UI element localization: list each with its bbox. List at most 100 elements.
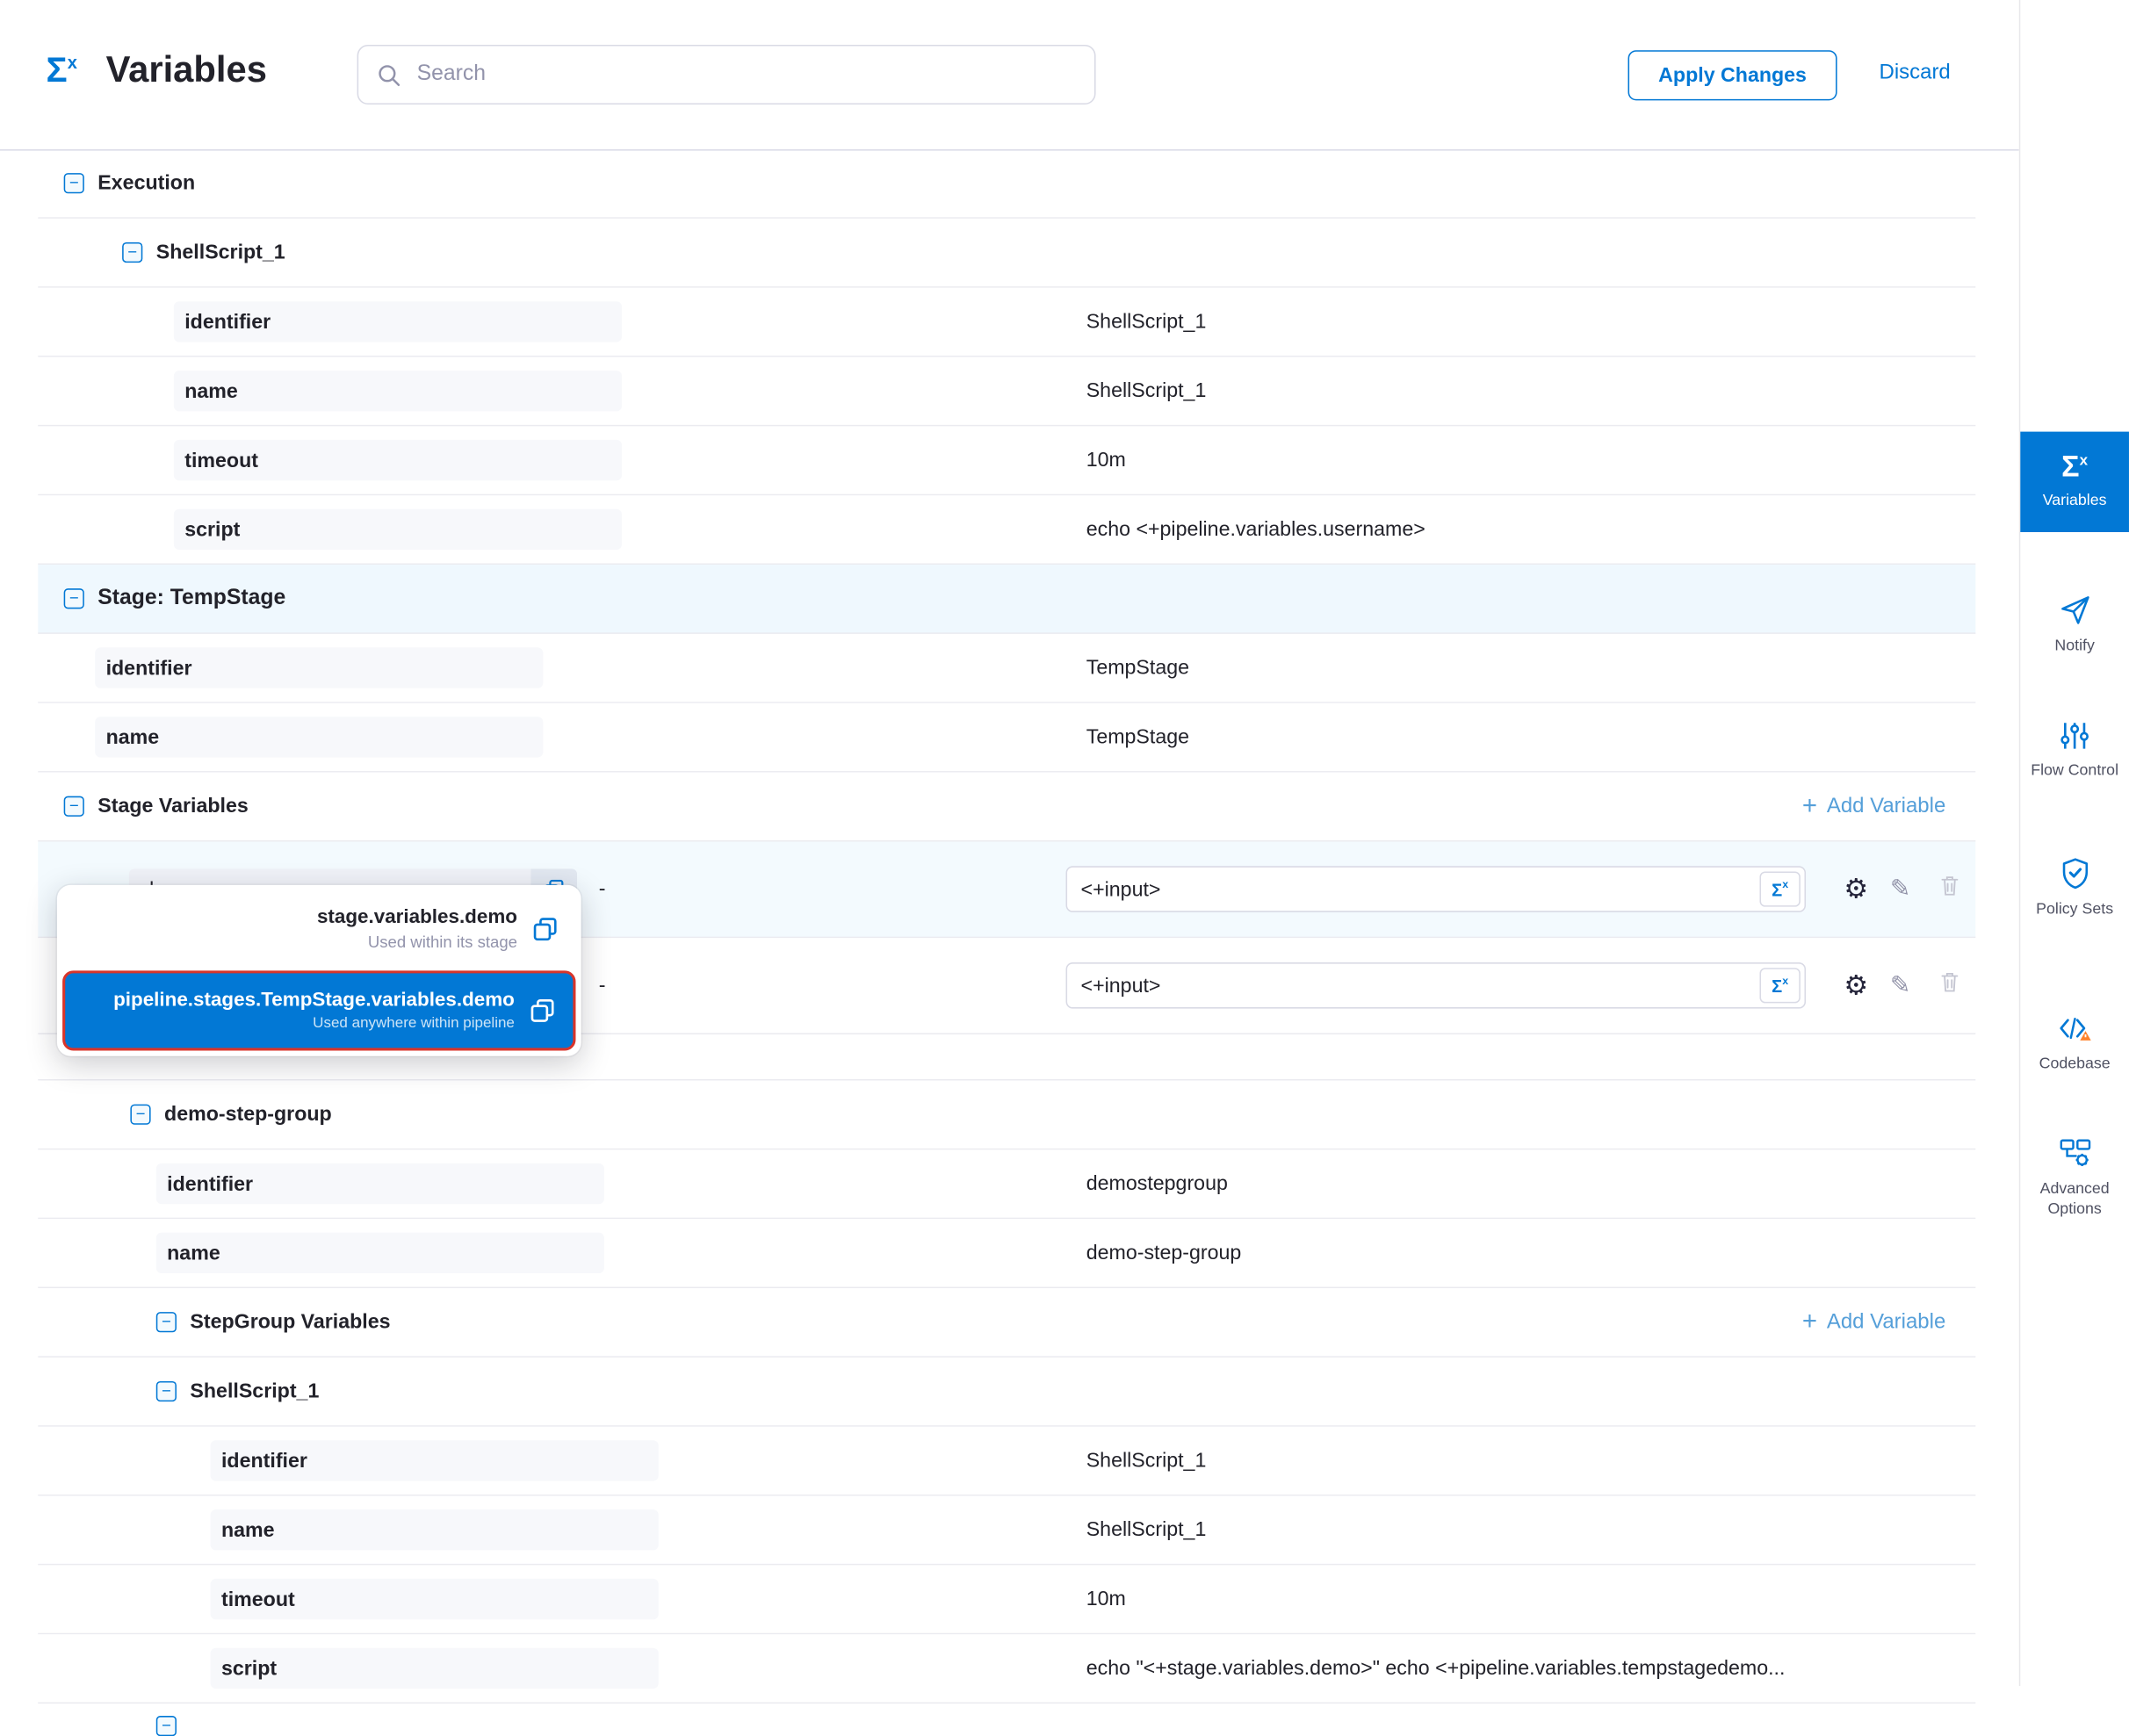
- collapse-icon[interactable]: −: [156, 1716, 177, 1736]
- tree-row-stage-variables: − Stage Variables + Add Variable: [38, 773, 1975, 842]
- sidebar-item-notify[interactable]: Notify: [2020, 592, 2129, 657]
- field-value: ShellScript_1: [1086, 379, 1207, 402]
- plus-icon: +: [1802, 794, 1817, 819]
- field-label: identifier: [95, 656, 191, 679]
- sidebar-item-label: Notify: [2051, 637, 2099, 657]
- runtime-input-icon[interactable]: Σx: [1759, 871, 1800, 906]
- variable-value-input[interactable]: <+input> Σx: [1066, 866, 1807, 912]
- sigma-x-icon: Σx: [47, 49, 77, 91]
- variable-value-input[interactable]: <+input> Σx: [1066, 962, 1807, 1009]
- variable-value-text: <+input>: [1067, 877, 1759, 900]
- section-label: demo-step-group: [164, 1103, 332, 1126]
- add-variable-label: Add Variable: [1827, 794, 1945, 818]
- field-label: identifier: [156, 1172, 253, 1195]
- sidebar-item-codebase[interactable]: Codebase: [2020, 1010, 2129, 1075]
- field-name-box: identifier: [174, 301, 622, 342]
- field-name-box: identifier: [211, 1440, 659, 1480]
- sidebar-item-label: Advanced Options: [2020, 1179, 2129, 1220]
- field-label: identifier: [174, 310, 271, 333]
- field-value: ShellScript_1: [1086, 1449, 1207, 1472]
- copy-option-stage-scope[interactable]: stage.variables.demo Used within its sta…: [62, 890, 575, 968]
- collapse-icon[interactable]: −: [130, 1105, 150, 1125]
- field-label: timeout: [211, 1588, 295, 1610]
- collapse-icon[interactable]: −: [64, 173, 84, 193]
- field-label: script: [174, 518, 241, 541]
- tree-row-stepgroup-variables: − StepGroup Variables + Add Variable: [38, 1288, 1975, 1358]
- settings-icon[interactable]: ⚙: [1844, 969, 1868, 1003]
- add-variable-button[interactable]: + Add Variable: [1802, 794, 1945, 819]
- copy-icon[interactable]: [534, 918, 557, 940]
- field-row: script echo "<+stage.variables.demo>" ec…: [38, 1634, 1975, 1704]
- header: Σx Variables Apply Changes Discard: [0, 0, 2019, 151]
- field-value: 10m: [1086, 1588, 1126, 1610]
- field-value: ShellScript_1: [1086, 310, 1207, 333]
- paper-plane-icon: [2058, 592, 2092, 627]
- field-name-box: identifier: [156, 1163, 604, 1204]
- collapse-icon[interactable]: −: [64, 796, 84, 817]
- collapse-icon[interactable]: −: [156, 1381, 177, 1401]
- variable-copy-menu: stage.variables.demo Used within its sta…: [57, 885, 581, 1056]
- sidebar-item-advanced-options[interactable]: Advanced Options: [2020, 1135, 2129, 1220]
- copy-option-pipeline-scope[interactable]: pipeline.stages.TempStage.variables.demo…: [62, 970, 575, 1050]
- copy-icon[interactable]: [530, 999, 553, 1022]
- search-icon: [378, 63, 401, 86]
- sliders-icon: [2059, 717, 2091, 752]
- field-label: timeout: [174, 449, 258, 472]
- field-row: timeout 10m: [38, 1565, 1975, 1634]
- collapse-icon[interactable]: −: [122, 242, 142, 263]
- field-row: name ShellScript_1: [38, 1496, 1975, 1566]
- field-row: script echo <+pipeline.variables.usernam…: [38, 495, 1975, 565]
- field-label: script: [211, 1657, 278, 1680]
- tree-row-execution: − Execution: [38, 149, 1975, 219]
- variable-path: pipeline.stages.TempStage.variables.demo: [113, 990, 515, 1012]
- page-title: Variables: [106, 49, 267, 91]
- tree-row-clipped: −: [38, 1704, 1975, 1713]
- field-row: timeout 10m: [38, 426, 1975, 495]
- sidebar-item-policy-sets[interactable]: Policy Sets: [2020, 855, 2129, 920]
- sidebar-item-label: Codebase: [2035, 1055, 2114, 1075]
- field-row: identifier demostepgroup: [38, 1149, 1975, 1219]
- field-name-box: name: [211, 1509, 659, 1550]
- sidebar-item-flow-control[interactable]: Flow Control: [2020, 717, 2129, 782]
- tree-row-step: − ShellScript_1: [38, 1358, 1975, 1427]
- add-variable-label: Add Variable: [1827, 1310, 1945, 1335]
- code-warning-icon: [2057, 1010, 2092, 1045]
- discard-button[interactable]: Discard: [1871, 60, 1959, 87]
- edit-icon[interactable]: ✎: [1890, 971, 1910, 999]
- search-box[interactable]: [357, 45, 1096, 104]
- field-row: name ShellScript_1: [38, 357, 1975, 427]
- field-value: echo <+pipeline.variables.username>: [1086, 518, 1425, 541]
- field-row: identifier ShellScript_1: [38, 288, 1975, 357]
- field-name-box: name: [156, 1233, 604, 1273]
- settings-icon[interactable]: ⚙: [1844, 872, 1868, 906]
- search-input[interactable]: [414, 61, 1075, 89]
- field-value: TempStage: [1086, 656, 1189, 679]
- delete-icon[interactable]: [1939, 970, 1961, 1000]
- right-sidebar: Σx Variables Notify Flow Control Policy …: [2019, 0, 2129, 1686]
- edit-icon[interactable]: ✎: [1890, 875, 1910, 903]
- field-value: 10m: [1086, 449, 1126, 472]
- section-label: StepGroup Variables: [190, 1311, 390, 1334]
- tree-row-step: − ShellScript_1: [38, 219, 1975, 288]
- field-name-box: name: [174, 371, 622, 411]
- section-label: ShellScript_1: [190, 1379, 319, 1402]
- collapse-icon[interactable]: −: [156, 1312, 177, 1332]
- delete-icon[interactable]: [1939, 875, 1961, 904]
- sigma-x-icon: Σx: [2061, 452, 2088, 482]
- field-label: name: [95, 725, 159, 748]
- field-value: demo-step-group: [1086, 1242, 1242, 1264]
- shield-check-icon: [2058, 855, 2092, 890]
- sidebar-item-variables[interactable]: Σx Variables: [2020, 432, 2129, 532]
- copy-option-text: stage.variables.demo Used within its sta…: [317, 907, 517, 952]
- runtime-input-icon[interactable]: Σx: [1759, 968, 1800, 1003]
- flowchart-gear-icon: [2058, 1135, 2092, 1170]
- field-row: identifier ShellScript_1: [38, 1427, 1975, 1496]
- variable-separator: -: [599, 974, 606, 997]
- section-label: Stage Variables: [97, 795, 248, 818]
- collapse-icon[interactable]: −: [64, 588, 84, 609]
- field-value: TempStage: [1086, 725, 1189, 748]
- apply-changes-button[interactable]: Apply Changes: [1628, 50, 1837, 100]
- field-row: identifier TempStage: [38, 634, 1975, 703]
- field-name-box: timeout: [174, 440, 622, 480]
- add-variable-button[interactable]: + Add Variable: [1802, 1309, 1945, 1335]
